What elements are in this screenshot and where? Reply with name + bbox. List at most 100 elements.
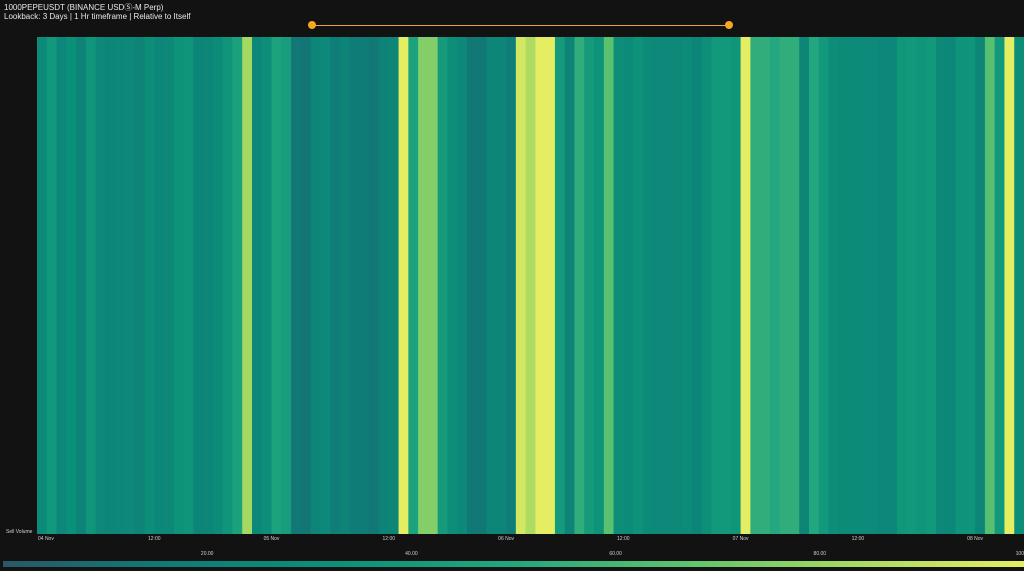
- heatmap-cell[interactable]: [486, 37, 497, 534]
- heatmap-cell[interactable]: [916, 37, 927, 534]
- heatmap-cell[interactable]: [330, 37, 341, 534]
- heatmap-cell[interactable]: [701, 37, 712, 534]
- heatmap-cell[interactable]: [672, 37, 683, 534]
- heatmap-cell[interactable]: [496, 37, 507, 534]
- heatmap-cell[interactable]: [926, 37, 937, 534]
- heatmap-cell[interactable]: [594, 37, 605, 534]
- heatmap-cell[interactable]: [447, 37, 458, 534]
- heatmap-cell[interactable]: [408, 37, 419, 534]
- heatmap-cell[interactable]: [359, 37, 370, 534]
- heatmap-cell[interactable]: [818, 37, 830, 534]
- heatmap-cell[interactable]: [398, 37, 409, 534]
- heatmap-cell[interactable]: [730, 37, 742, 534]
- heatmap-cell[interactable]: [838, 37, 849, 534]
- heatmap-cell[interactable]: [887, 37, 898, 534]
- heatmap-cell[interactable]: [134, 37, 146, 534]
- heatmap-cell[interactable]: [37, 37, 48, 534]
- heatmap-cell[interactable]: [271, 37, 282, 534]
- heatmap-cell[interactable]: [769, 37, 781, 534]
- heatmap-cell[interactable]: [750, 37, 761, 534]
- heatmap-cell[interactable]: [369, 37, 380, 534]
- heatmap-cell[interactable]: [95, 37, 106, 534]
- heatmap-cell[interactable]: [574, 37, 585, 534]
- heatmap-cell[interactable]: [877, 37, 888, 534]
- heatmap-cell[interactable]: [564, 37, 576, 534]
- heatmap-cell[interactable]: [339, 37, 351, 534]
- heatmap-cell[interactable]: [535, 37, 546, 534]
- heatmap-cell[interactable]: [466, 37, 478, 534]
- heatmap-cell[interactable]: [124, 37, 136, 534]
- heatmap-cell[interactable]: [711, 37, 722, 534]
- heatmap-cell[interactable]: [1014, 37, 1024, 534]
- heatmap-cell[interactable]: [203, 37, 214, 534]
- heatmap-cell[interactable]: [515, 37, 527, 534]
- heatmap-cell[interactable]: [681, 37, 693, 534]
- heatmap-cell[interactable]: [1004, 37, 1015, 534]
- heatmap-cell[interactable]: [789, 37, 800, 534]
- heatmap-cell[interactable]: [379, 37, 390, 534]
- heatmap-cell[interactable]: [212, 37, 224, 534]
- heatmap-cell[interactable]: [603, 37, 615, 534]
- heatmap-cell[interactable]: [691, 37, 703, 534]
- heatmap-cell[interactable]: [955, 37, 966, 534]
- heatmap-cell[interactable]: [584, 37, 595, 534]
- heatmap-cell[interactable]: [85, 37, 97, 534]
- heatmap-cell[interactable]: [291, 37, 302, 534]
- heatmap-cell[interactable]: [300, 37, 312, 534]
- heatmap-cell[interactable]: [310, 37, 321, 534]
- heatmap-cell[interactable]: [975, 37, 986, 534]
- heatmap-chart[interactable]: 04 Nov 12:00 05 Nov 12:00 06 Nov 12:00 07 Nov 1…: [0, 0, 1024, 551]
- heatmap-cell[interactable]: [173, 37, 185, 534]
- heatmap-cell[interactable]: [222, 37, 234, 534]
- heatmap-cell[interactable]: [251, 37, 263, 534]
- heatmap-cell[interactable]: [427, 37, 439, 534]
- heatmap-cell[interactable]: [799, 37, 810, 534]
- heatmap-cell[interactable]: [857, 37, 869, 534]
- heatmap-cell[interactable]: [457, 37, 468, 534]
- heatmap-cell[interactable]: [525, 37, 536, 534]
- heatmap-cell[interactable]: [848, 37, 859, 534]
- heatmap-cell[interactable]: [261, 37, 273, 534]
- heatmap-cell[interactable]: [164, 37, 175, 534]
- heatmap-cell[interactable]: [183, 37, 194, 534]
- heatmap-cell[interactable]: [554, 37, 566, 534]
- heatmap-cell[interactable]: [623, 37, 634, 534]
- heatmap-cell[interactable]: [613, 37, 624, 534]
- heatmap-cell[interactable]: [994, 37, 1006, 534]
- heatmap-cell[interactable]: [740, 37, 751, 534]
- heatmap-cell[interactable]: [506, 37, 517, 534]
- heatmap-cell[interactable]: [154, 37, 165, 534]
- heatmap-cell[interactable]: [721, 37, 732, 534]
- heatmap-cell[interactable]: [642, 37, 654, 534]
- heatmap-cell[interactable]: [242, 37, 253, 534]
- heatmap-cell[interactable]: [281, 37, 292, 534]
- heatmap-cell[interactable]: [115, 37, 126, 534]
- heatmap-cell[interactable]: [545, 37, 556, 534]
- heatmap-cell[interactable]: [828, 37, 839, 534]
- heatmap-cell[interactable]: [760, 37, 771, 534]
- heatmap-cell[interactable]: [232, 37, 243, 534]
- heatmap-cell[interactable]: [349, 37, 361, 534]
- heatmap-cell[interactable]: [779, 37, 791, 534]
- heatmap-cell[interactable]: [437, 37, 449, 534]
- heatmap-cell[interactable]: [76, 37, 87, 534]
- heatmap-cell[interactable]: [896, 37, 908, 534]
- heatmap-cell[interactable]: [867, 37, 879, 534]
- heatmap-cell[interactable]: [906, 37, 918, 534]
- heatmap-cell[interactable]: [633, 37, 644, 534]
- heatmap-cell[interactable]: [652, 37, 664, 534]
- heatmap-cell[interactable]: [46, 37, 58, 534]
- heatmap-cell[interactable]: [662, 37, 673, 534]
- heatmap-cell[interactable]: [809, 37, 820, 534]
- heatmap-cell[interactable]: [144, 37, 155, 534]
- heatmap-cell[interactable]: [56, 37, 67, 534]
- heatmap-cell[interactable]: [945, 37, 957, 534]
- heatmap-cell[interactable]: [105, 37, 116, 534]
- heatmap-cell[interactable]: [984, 37, 996, 534]
- heatmap-cell[interactable]: [193, 37, 204, 534]
- heatmap-cell[interactable]: [388, 37, 400, 534]
- heatmap-cell[interactable]: [476, 37, 488, 534]
- heatmap-cell[interactable]: [418, 37, 429, 534]
- heatmap-cell[interactable]: [965, 37, 976, 534]
- heatmap-cell[interactable]: [936, 37, 947, 534]
